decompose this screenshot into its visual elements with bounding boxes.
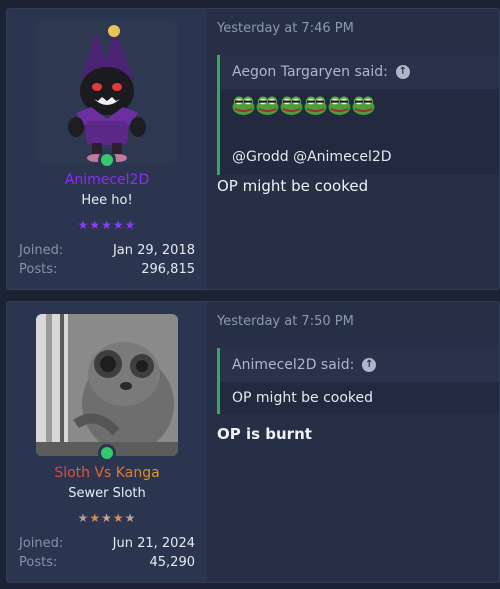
joined-label: Joined: — [19, 536, 64, 551]
pepe-frog-emoji-icon — [328, 95, 351, 115]
online-status-icon — [98, 444, 116, 462]
user-avatar[interactable] — [36, 21, 178, 163]
quote-block: Aegon Targaryen said: ↑ @Grodd @Animecel… — [217, 55, 499, 175]
joined-value: Jun 21, 2024 — [112, 536, 195, 551]
message-cell: Yesterday at 7:50 PM Animecel2D said: ↑ … — [207, 302, 499, 582]
quote-header[interactable]: Animecel2D said: ↑ — [220, 348, 499, 382]
user-avatar[interactable] — [36, 314, 178, 456]
joined-value: Jan 29, 2018 — [112, 243, 195, 258]
joined-row: Joined: Jan 29, 2018 — [19, 243, 195, 258]
quote-block: Animecel2D said: ↑ OP might be cooked — [217, 348, 499, 414]
arrow-up-circle-icon[interactable]: ↑ — [395, 65, 410, 79]
quote-author: Aegon Targaryen said: — [232, 64, 388, 80]
quote-body: @Grodd @Animecel2D — [220, 89, 499, 175]
post-timestamp[interactable]: Yesterday at 7:46 PM — [217, 21, 354, 36]
user-title: Hee ho! — [81, 193, 133, 208]
post-timestamp[interactable]: Yesterday at 7:50 PM — [217, 314, 354, 329]
quote-text: OP might be cooked — [220, 382, 499, 414]
quote-author: Animecel2D said: — [232, 357, 355, 373]
message-cell: Yesterday at 7:46 PM Aegon Targaryen sai… — [207, 9, 499, 289]
posts-value: 296,815 — [141, 262, 195, 277]
pepe-frog-emoji-icon — [232, 95, 255, 115]
posts-row: Posts: 45,290 — [19, 555, 195, 570]
posts-value: 45,290 — [149, 555, 196, 570]
pepe-frog-emoji-icon — [256, 95, 279, 115]
emoji-row — [232, 95, 499, 121]
joined-row: Joined: Jun 21, 2024 — [19, 536, 195, 551]
quote-mentions[interactable]: @Grodd @Animecel2D — [232, 149, 499, 165]
posts-row: Posts: 296,815 — [19, 262, 195, 277]
post-message: OP is burnt — [217, 425, 312, 443]
pepe-frog-emoji-icon — [304, 95, 327, 115]
user-rating-stars-text: ★★★★★ — [77, 511, 137, 525]
posts-label: Posts: — [19, 262, 58, 277]
user-rating-stars: ★★★★★ — [7, 511, 207, 525]
quote-header[interactable]: Aegon Targaryen said: ↑ — [220, 55, 499, 89]
joined-label: Joined: — [19, 243, 64, 258]
user-title: Sewer Sloth — [68, 486, 146, 501]
username-link[interactable]: Sloth Vs Kanga — [7, 465, 207, 481]
username-link[interactable]: Animecel2D — [7, 172, 207, 188]
user-info-panel: Animecel2D Hee ho! ★★★★★ Joined: Jan 29,… — [7, 9, 207, 289]
pepe-frog-emoji-icon — [280, 95, 303, 115]
post-message: OP might be cooked — [217, 177, 369, 195]
user-info-panel: Sloth Vs Kanga Sewer Sloth ★★★★★ Joined:… — [7, 302, 207, 582]
user-rating-stars: ★★★★★ — [77, 218, 137, 232]
pepe-frog-emoji-icon — [352, 95, 375, 115]
forum-post: Sloth Vs Kanga Sewer Sloth ★★★★★ Joined:… — [6, 301, 500, 583]
username-text: Sloth Vs Kanga — [54, 465, 160, 481]
arrow-up-circle-icon[interactable]: ↑ — [362, 358, 377, 372]
grayscale-slow-loris-photo-icon — [36, 314, 178, 456]
forum-post: Animecel2D Hee ho! ★★★★★ Joined: Jan 29,… — [6, 8, 500, 290]
posts-label: Posts: — [19, 555, 58, 570]
online-status-icon — [98, 151, 116, 169]
purple-jester-figure-icon — [36, 21, 178, 163]
